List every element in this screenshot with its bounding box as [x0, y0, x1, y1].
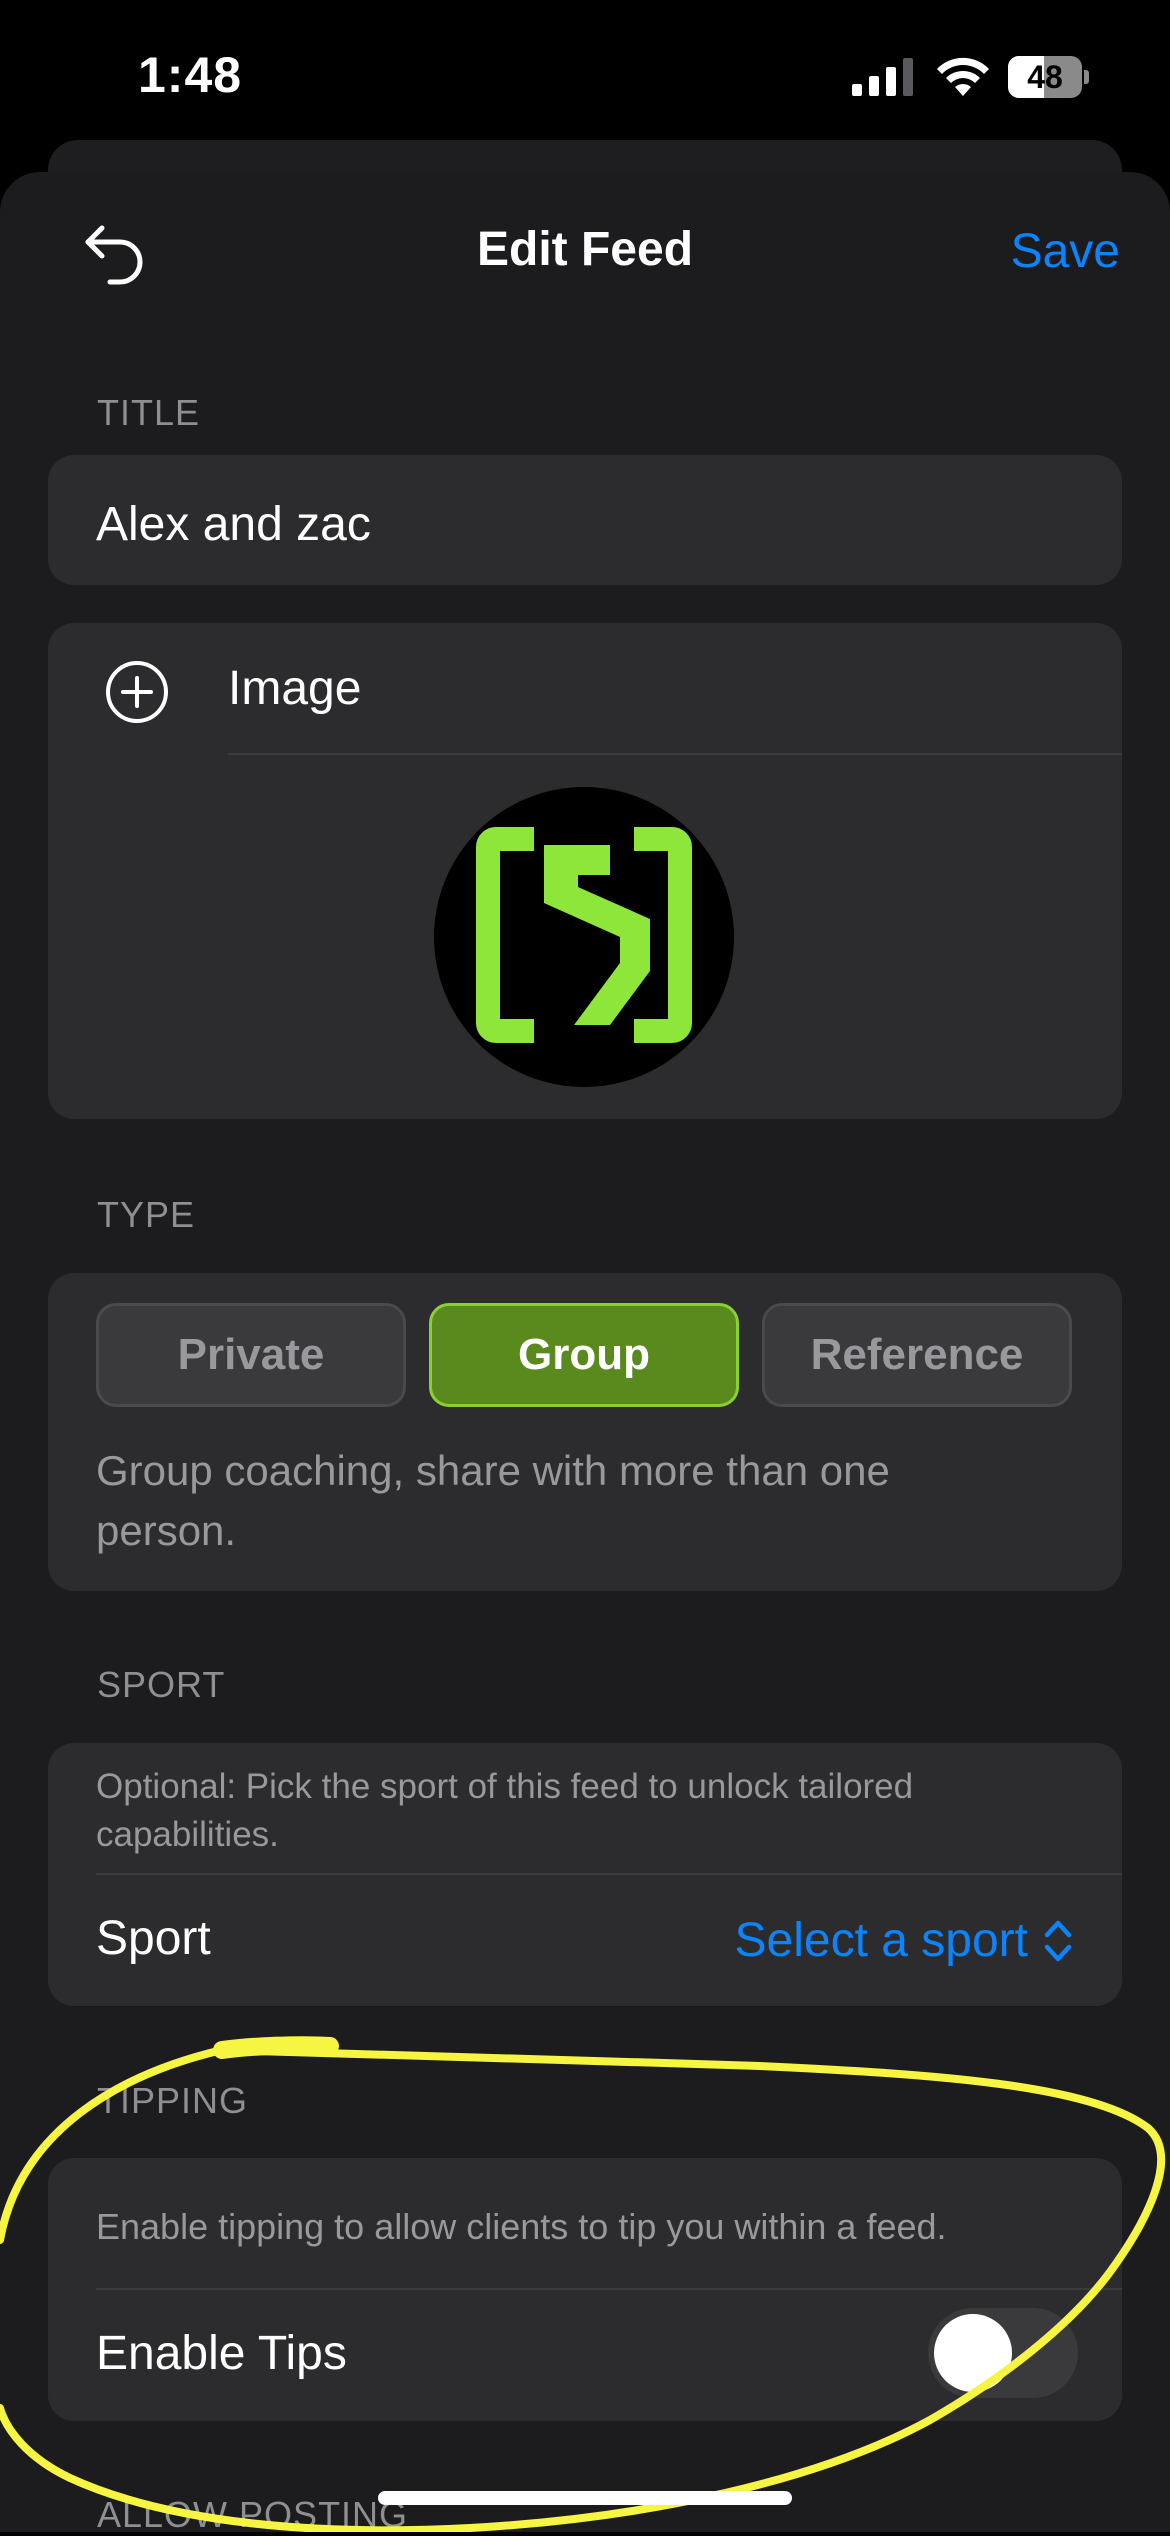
logo-icon: [476, 827, 692, 1043]
type-card: Private Group Reference Group coaching, …: [48, 1273, 1122, 1591]
sport-picker-value[interactable]: Select a sport: [735, 1913, 1028, 1968]
page-title: Edit Feed: [476, 223, 694, 276]
title-section-label: TITLE: [97, 392, 201, 433]
segment-reference[interactable]: Reference: [762, 1303, 1072, 1407]
image-card: Image: [48, 623, 1122, 1119]
save-button[interactable]: Save: [1011, 224, 1120, 279]
type-description: Group coaching, share with more than one…: [96, 1447, 890, 1554]
sport-card: Optional: Pick the sport of this feed to…: [48, 1743, 1122, 2006]
segment-private[interactable]: Private: [96, 1303, 406, 1407]
divider: [96, 1873, 1122, 1875]
feed-logo-image[interactable]: [434, 787, 734, 1087]
type-section-label: TYPE: [97, 1194, 196, 1235]
image-add-label[interactable]: Image: [228, 661, 361, 716]
sport-row-label: Sport: [96, 1912, 211, 1965]
cellular-signal-icon: [852, 58, 913, 96]
wifi-icon: [937, 57, 989, 96]
allow-posting-section-label: ALLOW POSTING: [97, 2494, 409, 2535]
tipping-card: Enable tipping to allow clients to tip y…: [48, 2158, 1122, 2421]
enable-tips-toggle[interactable]: [928, 2308, 1078, 2398]
enable-tips-label: Enable Tips: [96, 2327, 347, 2380]
toggle-knob: [934, 2314, 1012, 2392]
home-indicator: [378, 2491, 792, 2505]
divider: [228, 753, 1122, 755]
plus-circle-icon[interactable]: [104, 659, 170, 725]
battery-level: 48: [1027, 59, 1063, 95]
title-input[interactable]: Alex and zac: [96, 497, 371, 552]
status-time: 1:48: [138, 47, 243, 103]
tipping-description: Enable tipping to allow clients to tip y…: [96, 2206, 947, 2247]
divider: [96, 2288, 1122, 2290]
tipping-section-label: TIPPING: [97, 2080, 249, 2121]
sport-picker[interactable]: Select a sport: [735, 1913, 1074, 1968]
chevron-up-down-icon: [1044, 1920, 1072, 1961]
title-field[interactable]: Alex and zac: [48, 455, 1122, 585]
status-bar: 1:48 48: [0, 0, 1170, 150]
battery-icon: 48: [1008, 56, 1089, 98]
sport-section-label: SPORT: [97, 1664, 226, 1705]
sport-description: Optional: Pick the sport of this feed to…: [96, 1767, 914, 1854]
segment-group[interactable]: Group: [429, 1303, 739, 1407]
